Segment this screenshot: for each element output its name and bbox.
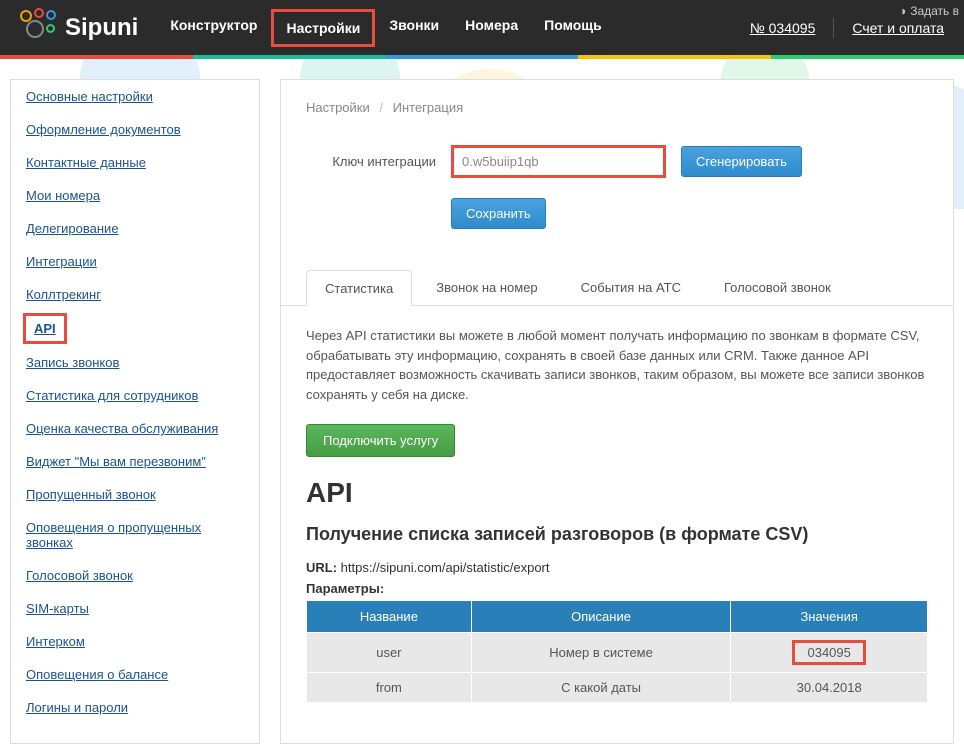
help-icon: ◑ bbox=[899, 4, 906, 18]
nav-item-настройки[interactable]: Настройки bbox=[271, 9, 375, 47]
sidebar-item-0[interactable]: Основные настройки bbox=[11, 80, 259, 113]
billing-link[interactable]: Счет и оплата bbox=[852, 20, 944, 36]
api-subheading: Получение списка записей разговоров (в ф… bbox=[306, 524, 928, 545]
params-table: НазваниеОписаниеЗначения userНомер в сис… bbox=[306, 600, 928, 703]
sidebar-item-4[interactable]: Делегирование bbox=[11, 212, 259, 245]
header-bar: ◑ Задать в Sipuni КонструкторНастройкиЗв… bbox=[0, 0, 964, 55]
sidebar-item-2[interactable]: Контактные данные bbox=[11, 146, 259, 179]
page-container: Основные настройкиОформление документовК… bbox=[0, 59, 964, 744]
save-button[interactable]: Сохранить bbox=[451, 198, 546, 229]
sidebar-item-5[interactable]: Интеграции bbox=[11, 245, 259, 278]
sidebar-item-14[interactable]: Голосовой звонок bbox=[11, 559, 259, 592]
api-description: Через API статистики вы можете в любой м… bbox=[306, 326, 928, 404]
integration-key-row: Ключ интеграции Сгенерировать bbox=[281, 135, 953, 188]
sidebar-item-6[interactable]: Коллтрекинг bbox=[11, 278, 259, 311]
tab-3[interactable]: Голосовой звонок bbox=[705, 269, 850, 305]
breadcrumb: Настройки / Интеграция bbox=[281, 80, 953, 135]
connect-service-button[interactable]: Подключить услугу bbox=[306, 424, 455, 457]
table-row: userНомер в системе034095 bbox=[307, 633, 928, 673]
tab-1[interactable]: Звонок на номер bbox=[417, 269, 556, 305]
tab-content: Через API статистики вы можете в любой м… bbox=[281, 306, 953, 723]
header-right: № 034095 Счет и оплата bbox=[750, 18, 944, 38]
api-url-line: URL: https://sipuni.com/api/statistic/ex… bbox=[306, 560, 928, 575]
logo-icon bbox=[20, 8, 60, 48]
breadcrumb-sep: / bbox=[379, 100, 383, 115]
url-label: URL: bbox=[306, 560, 337, 575]
generate-button[interactable]: Сгенерировать bbox=[681, 146, 802, 177]
nav-item-номера[interactable]: Номера bbox=[453, 9, 530, 47]
api-heading: API bbox=[306, 477, 928, 509]
breadcrumb-part: Интеграция bbox=[393, 100, 464, 115]
breadcrumb-part[interactable]: Настройки bbox=[306, 100, 370, 115]
sidebar: Основные настройкиОформление документовК… bbox=[10, 79, 260, 744]
key-label: Ключ интеграции bbox=[306, 154, 436, 169]
ask-question-button[interactable]: ◑ Задать в bbox=[899, 4, 959, 18]
sidebar-item-1[interactable]: Оформление документов bbox=[11, 113, 259, 146]
ask-question-label: Задать в bbox=[910, 4, 959, 18]
url-value: https://sipuni.com/api/statistic/export bbox=[341, 560, 550, 575]
nav-item-звонки[interactable]: Звонки bbox=[377, 9, 451, 47]
nav-item-помощь[interactable]: Помощь bbox=[532, 9, 614, 47]
table-header: Название bbox=[307, 601, 472, 633]
save-row: Сохранить bbox=[281, 188, 953, 249]
divider bbox=[833, 18, 834, 38]
sidebar-item-9[interactable]: Статистика для сотрудников bbox=[11, 379, 259, 412]
sidebar-item-18[interactable]: Логины и пароли bbox=[11, 691, 259, 724]
account-number-link[interactable]: № 034095 bbox=[750, 20, 816, 36]
sidebar-item-7[interactable]: API bbox=[23, 313, 67, 344]
sidebar-item-15[interactable]: SIM-карты bbox=[11, 592, 259, 625]
sidebar-item-8[interactable]: Запись звонков bbox=[11, 346, 259, 379]
sidebar-item-17[interactable]: Оповещения о балансе bbox=[11, 658, 259, 691]
tab-2[interactable]: События на АТС bbox=[562, 269, 700, 305]
sidebar-item-3[interactable]: Мои номера bbox=[11, 179, 259, 212]
main-content: Настройки / Интеграция Ключ интеграции С… bbox=[280, 79, 954, 744]
table-header: Описание bbox=[471, 601, 731, 633]
color-accent-bar bbox=[0, 55, 964, 59]
table-header: Значения bbox=[731, 601, 928, 633]
params-label: Параметры: bbox=[306, 581, 928, 596]
sidebar-item-12[interactable]: Пропущенный звонок bbox=[11, 478, 259, 511]
integration-key-input[interactable] bbox=[451, 145, 666, 178]
sidebar-item-10[interactable]: Оценка качества обслуживания bbox=[11, 412, 259, 445]
sidebar-item-16[interactable]: Интерком bbox=[11, 625, 259, 658]
tabs: СтатистикаЗвонок на номерСобытия на АТСГ… bbox=[281, 269, 953, 306]
logo[interactable]: Sipuni bbox=[20, 8, 138, 48]
sidebar-item-13[interactable]: Оповещения о пропущенных звонках bbox=[11, 511, 259, 559]
main-nav: КонструкторНастройкиЗвонкиНомераПомощь bbox=[158, 9, 613, 47]
tab-0[interactable]: Статистика bbox=[306, 270, 412, 306]
sidebar-item-11[interactable]: Виджет "Мы вам перезвоним" bbox=[11, 445, 259, 478]
logo-text: Sipuni bbox=[65, 14, 138, 42]
nav-item-конструктор[interactable]: Конструктор bbox=[158, 9, 269, 47]
table-row: fromС какой даты30.04.2018 bbox=[307, 673, 928, 703]
